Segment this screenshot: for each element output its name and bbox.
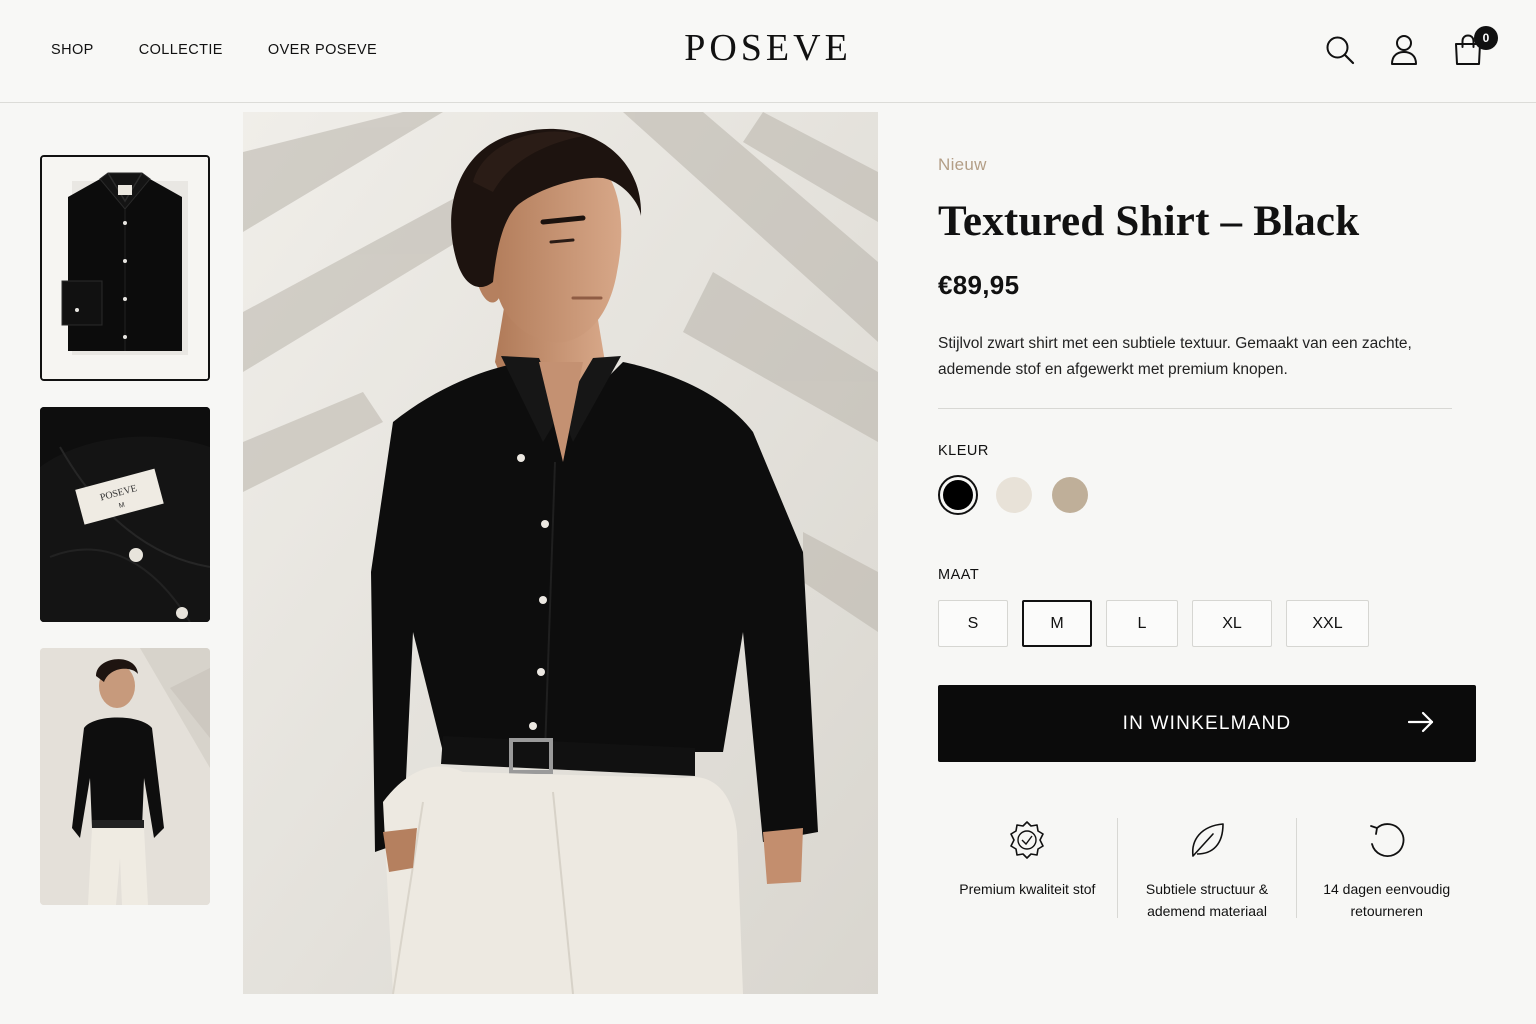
return-arrow-icon [1369, 823, 1405, 857]
thumbnail-folded-shirt[interactable] [40, 155, 210, 381]
main-product-image [243, 112, 878, 994]
header-actions: 0 [1294, 26, 1498, 70]
size-option-xxl[interactable]: XXL [1286, 600, 1369, 647]
search-button[interactable] [1322, 30, 1358, 70]
quality-seal-icon [1010, 821, 1045, 859]
section-divider [938, 408, 1452, 409]
color-swatches [938, 475, 1478, 515]
site-header: SHOP COLLECTIE OVER POSEVE POSEVE 0 [0, 0, 1536, 103]
folded-shirt-image [42, 157, 208, 379]
collar-detail-image: POSEVE M [40, 407, 210, 622]
add-to-cart-label: IN WINKELMAND [1122, 712, 1292, 734]
size-selector: S M L XL XXL [938, 600, 1478, 647]
model-photo [243, 112, 878, 994]
product-description: Stijlvol zwart shirt met een subtiele te… [938, 335, 1412, 378]
thumbnail-collar-detail[interactable]: POSEVE M [40, 407, 210, 622]
color-swatch-cream[interactable] [996, 477, 1032, 513]
size-option-m[interactable]: M [1022, 600, 1092, 647]
color-swatch-sand[interactable] [1052, 477, 1088, 513]
new-badge: Nieuw [938, 155, 987, 174]
thumbnail-gallery: POSEVE M [40, 155, 210, 905]
user-icon [1391, 35, 1417, 65]
arrow-right-icon [1408, 711, 1434, 733]
product-info-panel: Nieuw Textured Shirt – Black €89,95 Stij… [938, 150, 1478, 919]
leaf-icon [1192, 823, 1224, 857]
feature-material-text: Subtiele structuur & ademend materiaal [1145, 881, 1269, 919]
size-label: MAAT [938, 567, 980, 583]
cart-count-badge: 0 [1474, 26, 1498, 50]
search-icon [1326, 36, 1355, 65]
product-title: Textured Shirt – Black [938, 198, 1360, 245]
feature-material: Subtiele structuur & ademend materiaal [1116, 818, 1297, 919]
cart-button[interactable]: 0 [1450, 26, 1498, 70]
size-option-l[interactable]: L [1106, 600, 1178, 647]
size-option-xl[interactable]: XL [1192, 600, 1272, 647]
feature-quality: Premium kwaliteit stof [938, 818, 1117, 918]
color-swatch-black[interactable] [938, 475, 978, 515]
add-to-cart-button[interactable]: IN WINKELMAND [938, 685, 1476, 762]
account-button[interactable] [1386, 30, 1422, 70]
feature-returns: 14 dagen eenvoudig retourneren [1296, 818, 1476, 919]
feature-returns-text: 14 dagen eenvoudig retourneren [1323, 881, 1451, 919]
size-option-s[interactable]: S [938, 600, 1008, 647]
feature-list: Premium kwaliteit stof Subtiele structuu… [938, 818, 1476, 919]
color-label: KLEUR [938, 443, 989, 459]
thumbnail-model[interactable] [40, 648, 210, 905]
model-thumbnail-image [40, 648, 210, 905]
product-price: €89,95 [938, 270, 1020, 300]
feature-quality-text: Premium kwaliteit stof [959, 881, 1096, 897]
